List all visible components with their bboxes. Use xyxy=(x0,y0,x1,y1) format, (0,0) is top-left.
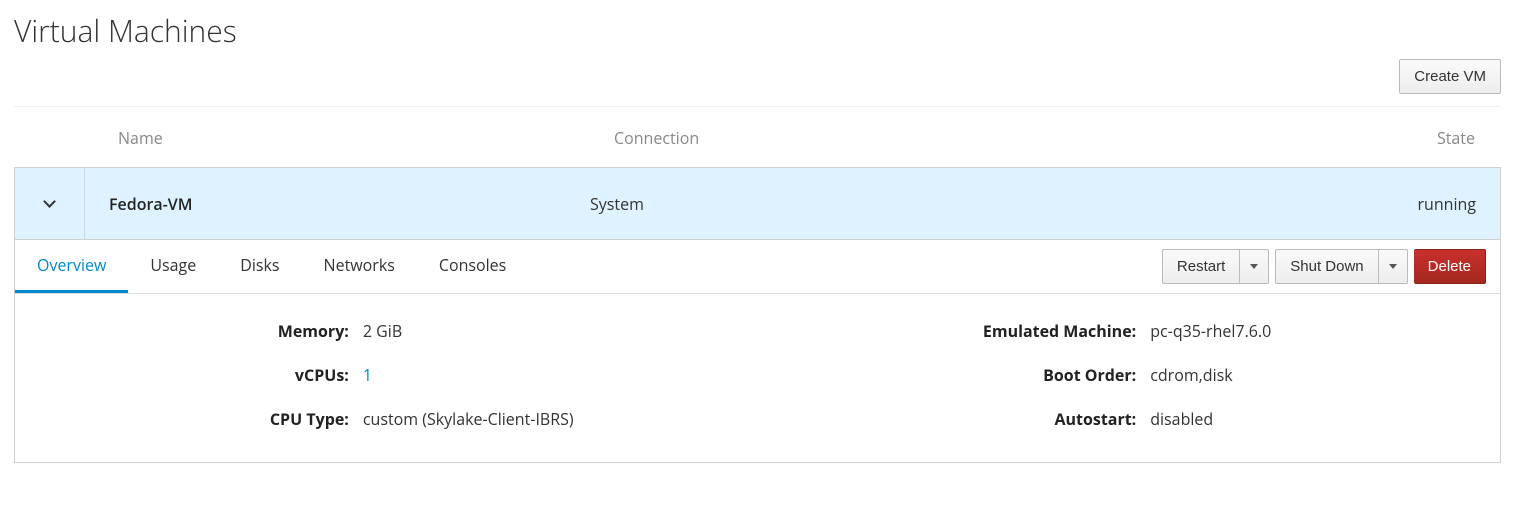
restart-button[interactable]: Restart xyxy=(1162,249,1240,284)
label-memory: Memory: xyxy=(35,320,349,342)
delete-button[interactable]: Delete xyxy=(1414,249,1486,284)
label-emulated-machine: Emulated Machine: xyxy=(758,320,1137,342)
tab-networks[interactable]: Networks xyxy=(302,240,417,293)
details-right: Emulated Machine: pc-q35-rhel7.6.0 Boot … xyxy=(758,320,1481,430)
vm-connection: System xyxy=(590,193,1356,215)
expand-toggle[interactable] xyxy=(15,168,85,239)
label-autostart: Autostart: xyxy=(758,408,1137,430)
vm-panel: Fedora-VM System running Overview Usage … xyxy=(14,167,1501,463)
delete-group: Delete xyxy=(1414,249,1486,284)
tab-disks[interactable]: Disks xyxy=(218,240,301,293)
value-boot-order: cdrom,disk xyxy=(1150,364,1480,386)
label-cpu-type: CPU Type: xyxy=(35,408,349,430)
tab-consoles[interactable]: Consoles xyxy=(417,240,528,293)
col-header-state: State xyxy=(1355,127,1475,149)
details-left: Memory: 2 GiB vCPUs: 1 CPU Type: custom … xyxy=(35,320,758,430)
caret-down-icon xyxy=(1250,264,1258,269)
create-vm-button[interactable]: Create VM xyxy=(1399,59,1501,94)
value-vcpus[interactable]: 1 xyxy=(363,364,758,386)
restart-dropdown[interactable] xyxy=(1240,249,1269,284)
shutdown-button[interactable]: Shut Down xyxy=(1275,249,1378,284)
value-memory: 2 GiB xyxy=(363,320,758,342)
value-cpu-type: custom (Skylake-Client-IBRS) xyxy=(363,408,758,430)
label-vcpus: vCPUs: xyxy=(35,364,349,386)
chevron-down-icon xyxy=(43,195,56,208)
header-actions: Create VM xyxy=(14,59,1501,107)
tabs-row: Overview Usage Disks Networks Consoles R… xyxy=(15,240,1500,294)
vm-name: Fedora-VM xyxy=(85,193,590,215)
col-toggle-spacer xyxy=(40,127,118,149)
value-emulated-machine: pc-q35-rhel7.6.0 xyxy=(1150,320,1480,342)
restart-group: Restart xyxy=(1162,249,1269,284)
shutdown-group: Shut Down xyxy=(1275,249,1407,284)
tabs: Overview Usage Disks Networks Consoles xyxy=(15,240,1156,293)
shutdown-dropdown[interactable] xyxy=(1379,249,1408,284)
caret-down-icon xyxy=(1389,264,1397,269)
tab-usage[interactable]: Usage xyxy=(128,240,218,293)
overview-details: Memory: 2 GiB vCPUs: 1 CPU Type: custom … xyxy=(15,294,1500,462)
vm-state: running xyxy=(1356,193,1476,215)
vm-row: Fedora-VM System running xyxy=(15,168,1500,240)
label-boot-order: Boot Order: xyxy=(758,364,1137,386)
col-header-connection: Connection xyxy=(614,127,1355,149)
col-header-name: Name xyxy=(118,127,614,149)
value-autostart: disabled xyxy=(1150,408,1480,430)
page-title: Virtual Machines xyxy=(14,10,1501,51)
tab-overview[interactable]: Overview xyxy=(15,240,128,293)
vm-actions: Restart Shut Down Delete xyxy=(1156,249,1486,284)
table-header: Name Connection State xyxy=(14,107,1501,167)
